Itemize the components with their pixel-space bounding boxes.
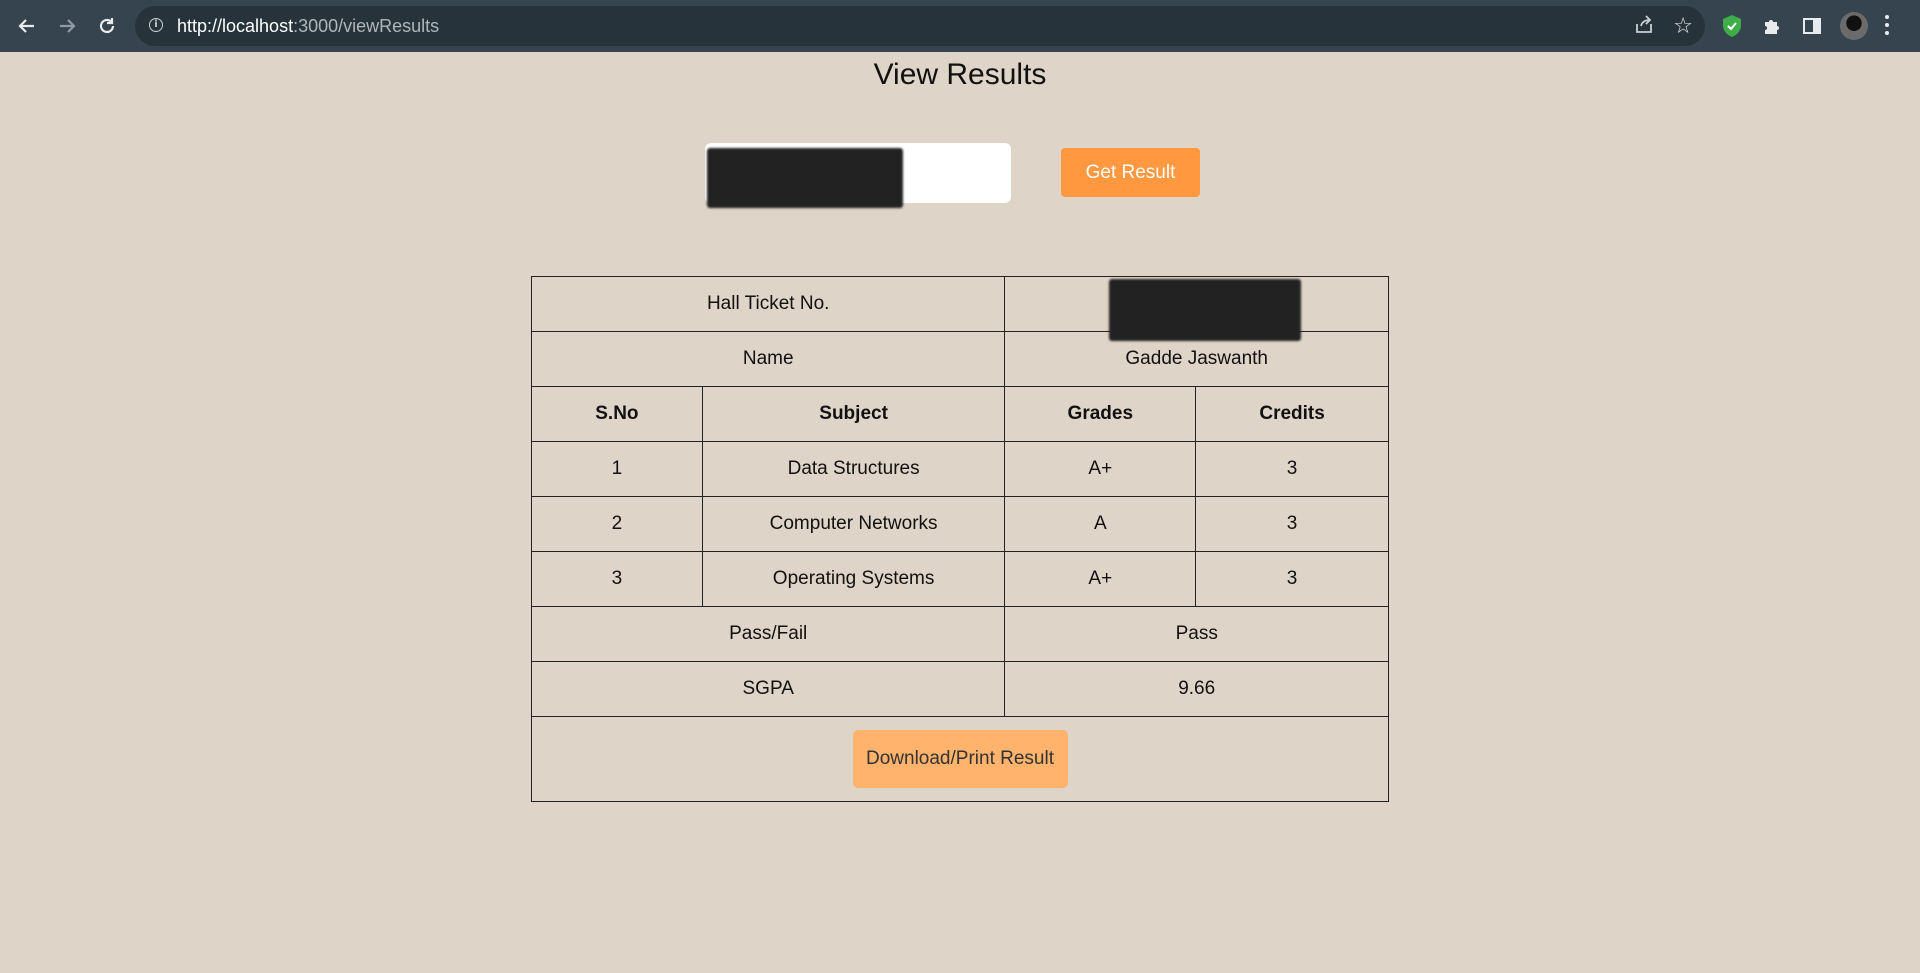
table-row: 1 Data Structures A+ 3 (531, 441, 1389, 497)
table-row: 3 Operating Systems A+ 3 (531, 551, 1389, 607)
column-header-credits: Credits (1195, 386, 1389, 442)
table-header-row: S.No Subject Grades Credits (531, 386, 1389, 442)
url-host: http://localhost (177, 16, 294, 36)
get-result-button[interactable]: Get Result (1061, 148, 1200, 197)
hall-ticket-row: Hall Ticket No. (530, 276, 1389, 341)
row-credits: 3 (1195, 441, 1389, 497)
row-credits: 3 (1195, 496, 1389, 552)
table-row: 2 Computer Networks A 3 (531, 496, 1389, 552)
row-subject: Computer Networks (701, 496, 1006, 552)
reload-icon[interactable] (91, 10, 123, 42)
results-table: Hall Ticket No. Name Gadde Jaswanth S.No… (530, 276, 1389, 802)
row-grade: A (1004, 496, 1197, 552)
sgpa-label: SGPA (530, 661, 1006, 717)
extensions-puzzle-icon[interactable] (1758, 12, 1786, 40)
side-panel-icon[interactable] (1798, 12, 1826, 40)
download-print-button[interactable]: Download/Print Result (852, 730, 1068, 788)
pass-fail-value: Pass (1004, 606, 1389, 662)
forward-arrow-icon[interactable] (51, 10, 83, 42)
redaction-mark (1109, 279, 1302, 341)
pass-fail-row: Pass/Fail Pass (530, 606, 1389, 662)
redaction-mark (707, 148, 903, 208)
name-label: Name (530, 331, 1006, 387)
bookmark-star-icon[interactable]: ☆ (1673, 12, 1693, 40)
row-grade: A+ (1004, 551, 1197, 607)
download-row: Download/Print Result (531, 716, 1389, 802)
download-cell: Download/Print Result (531, 716, 1389, 802)
address-bar[interactable]: i http://localhost:3000/viewResults ☆ (135, 6, 1705, 46)
row-sno: 1 (531, 441, 703, 497)
pass-fail-label: Pass/Fail (530, 606, 1006, 662)
hall-ticket-value (1004, 276, 1389, 341)
hall-ticket-label: Hall Ticket No. (530, 276, 1006, 332)
shield-extension-icon[interactable] (1718, 12, 1746, 40)
row-credits: 3 (1195, 551, 1389, 607)
row-subject: Operating Systems (701, 551, 1006, 607)
row-sno: 3 (531, 551, 703, 607)
sgpa-value: 9.66 (1004, 661, 1389, 717)
column-header-sno: S.No (531, 386, 703, 442)
page-title: View Results (873, 58, 1047, 91)
url-path: :3000/viewResults (293, 16, 440, 36)
row-grade: A+ (1004, 441, 1197, 497)
browser-toolbar: i http://localhost:3000/viewResults ☆ (0, 0, 1920, 52)
menu-kebab-icon[interactable] (1882, 13, 1892, 39)
share-icon[interactable] (1633, 14, 1655, 41)
row-sno: 2 (531, 496, 703, 552)
sgpa-row: SGPA 9.66 (530, 661, 1389, 717)
address-bar-url[interactable]: http://localhost:3000/viewResults (177, 16, 439, 37)
back-arrow-icon[interactable] (11, 10, 43, 42)
row-subject: Data Structures (701, 441, 1006, 497)
column-header-grades: Grades (1004, 386, 1197, 442)
site-info-icon[interactable]: i (149, 18, 163, 32)
column-header-subject: Subject (701, 386, 1006, 442)
profile-avatar-icon[interactable] (1840, 12, 1868, 40)
